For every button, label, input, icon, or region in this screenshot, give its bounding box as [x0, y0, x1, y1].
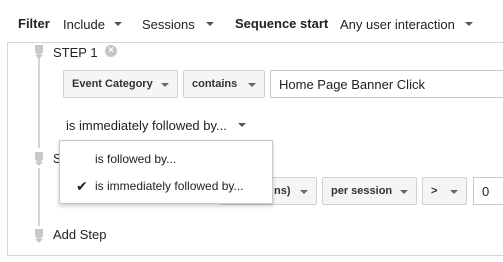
menu-item-label: is followed by... — [95, 152, 177, 166]
step2-scope-dropdown[interactable]: per session — [322, 177, 417, 205]
sessions-value: Sessions — [142, 16, 195, 32]
step1-operator-dropdown[interactable]: contains — [183, 70, 265, 98]
step2-comparator-value: > — [431, 185, 438, 197]
menu-item-immediately-followed-by[interactable]: ✔ is immediately followed by... — [60, 174, 272, 198]
follow-rule-menu: is followed by... ✔ is immediately follo… — [59, 140, 273, 204]
add-step-link[interactable]: Add Step — [53, 227, 107, 242]
step1-value-text: Home Page Banner Click — [279, 76, 425, 92]
caret-down-icon — [237, 123, 246, 127]
step-connector-line — [38, 58, 40, 148]
checkmark-icon: ✔ — [76, 177, 88, 194]
step2-value-text: 0 — [482, 183, 490, 199]
caret-down-icon — [161, 83, 169, 87]
caret-down-icon — [400, 190, 408, 194]
sequence-start-label: Sequence start — [235, 16, 329, 31]
step-marker-icon — [35, 229, 43, 243]
step1-dimension-value: Event Category — [72, 78, 153, 90]
step1-label: STEP 1 — [53, 45, 98, 60]
filter-label: Filter — [18, 16, 50, 31]
caret-down-icon — [248, 83, 256, 87]
step2-scope-value: per session — [331, 185, 393, 197]
sequence-start-dropdown[interactable]: Any user interaction — [340, 16, 473, 32]
step2-dimension-value: ns) — [274, 185, 291, 197]
caret-down-icon — [205, 22, 214, 26]
step1-dimension-dropdown[interactable]: Event Category — [63, 70, 178, 98]
step-marker-icon — [35, 45, 43, 59]
step2-value-input[interactable]: 0 — [473, 177, 503, 205]
menu-item-followed-by[interactable]: is followed by... — [60, 147, 272, 171]
step1-follow-rule-value: is immediately followed by... — [66, 117, 227, 133]
caret-down-icon — [113, 22, 122, 26]
caret-down-icon — [300, 190, 308, 194]
step1-follow-rule-dropdown[interactable]: is immediately followed by... — [66, 116, 246, 134]
step-connector-line — [38, 168, 40, 226]
menu-item-label: is immediately followed by... — [95, 179, 244, 193]
step1-operator-value: contains — [192, 78, 238, 90]
close-circle-icon[interactable]: × — [105, 45, 117, 57]
include-value: Include — [63, 16, 105, 32]
caret-down-icon — [464, 22, 473, 26]
step2-comparator-dropdown[interactable]: > — [422, 177, 467, 205]
step1-value-input[interactable]: Home Page Banner Click — [270, 70, 503, 98]
sessions-dropdown[interactable]: Sessions — [142, 16, 214, 32]
caret-down-icon — [450, 190, 458, 194]
sequence-start-value: Any user interaction — [340, 16, 455, 32]
include-dropdown[interactable]: Include — [63, 16, 122, 32]
step-marker-icon — [35, 152, 43, 166]
